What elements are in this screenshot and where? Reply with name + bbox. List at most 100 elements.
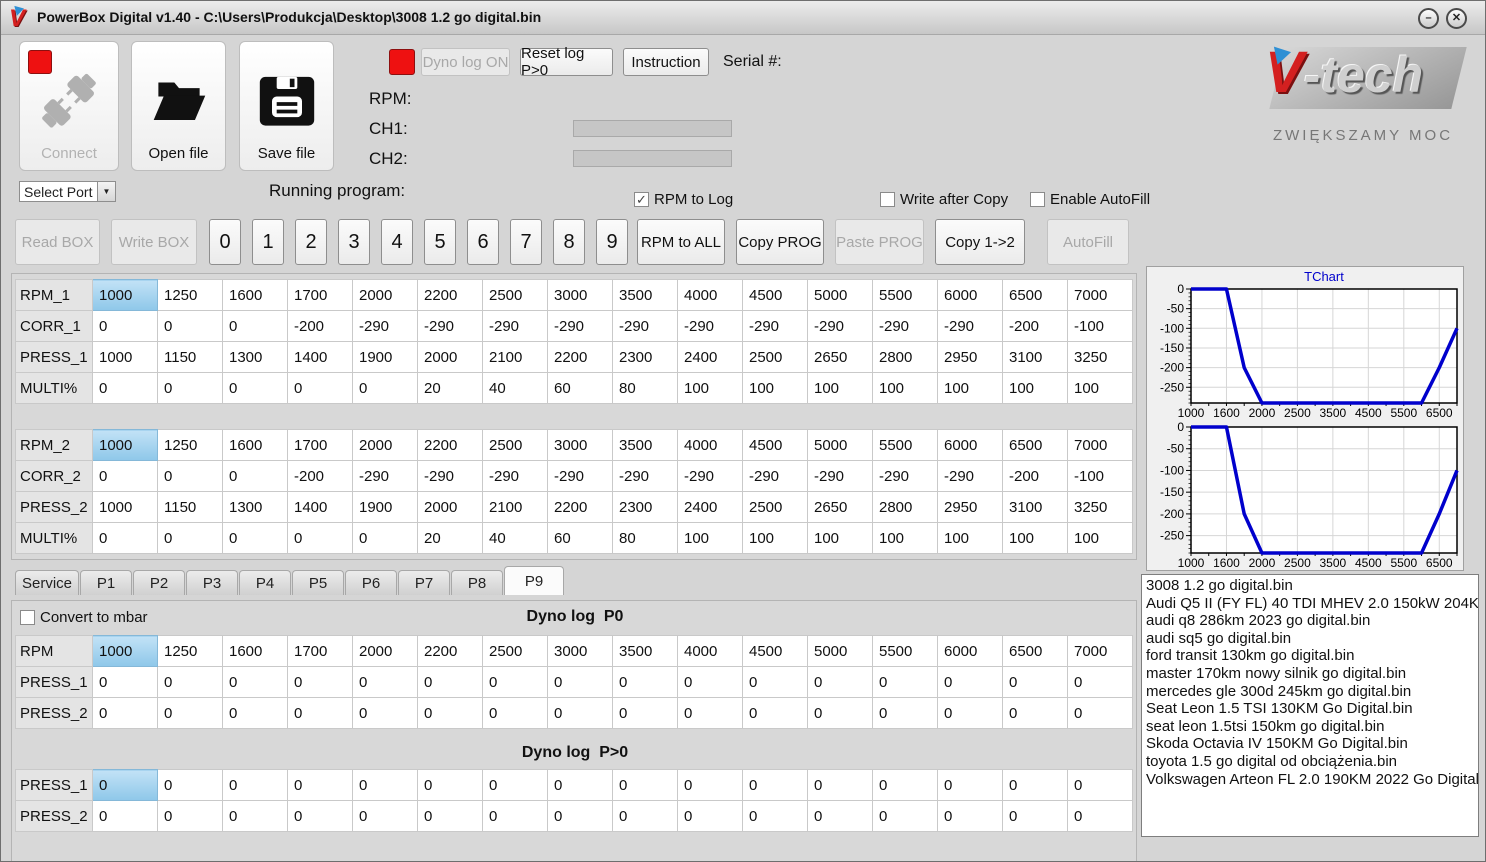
cell[interactable]: 1900 <box>352 491 418 523</box>
cell[interactable]: 2500 <box>482 279 548 311</box>
cell[interactable]: 100 <box>677 522 743 554</box>
tab-p2[interactable]: P2 <box>133 570 185 595</box>
cell[interactable]: 1250 <box>157 279 223 311</box>
cell[interactable]: 0 <box>807 769 873 801</box>
cell[interactable]: 0 <box>1002 697 1068 729</box>
cell[interactable]: -290 <box>872 310 938 342</box>
cell[interactable]: 0 <box>92 697 158 729</box>
cell[interactable]: 0 <box>937 800 1003 832</box>
cell[interactable]: 0 <box>677 769 743 801</box>
cell[interactable]: 2500 <box>742 341 808 373</box>
cell[interactable]: -200 <box>1002 310 1068 342</box>
digit-2-button[interactable]: 2 <box>295 219 327 265</box>
file-list-item[interactable]: Audi Q5 II (FY FL) 40 TDI MHEV 2.0 150kW… <box>1146 595 1478 613</box>
cell[interactable]: 3100 <box>1002 491 1068 523</box>
cell[interactable]: 6000 <box>937 429 1003 461</box>
cell[interactable]: 4000 <box>677 635 743 667</box>
select-port-dropdown[interactable]: Select Port ▼ <box>19 181 116 202</box>
cell[interactable]: 6000 <box>937 635 1003 667</box>
cell[interactable]: 1000 <box>92 491 158 523</box>
cell[interactable]: 5500 <box>872 429 938 461</box>
cell[interactable]: 7000 <box>1067 279 1133 311</box>
cell[interactable]: 0 <box>1067 666 1133 698</box>
cell[interactable]: 2200 <box>547 341 613 373</box>
cell[interactable]: 0 <box>287 666 353 698</box>
cell[interactable]: 0 <box>482 697 548 729</box>
file-list-item[interactable]: Seat Leon 1.5 TSI 130KM Go Digital.bin <box>1146 700 1478 718</box>
cell[interactable]: 2300 <box>612 491 678 523</box>
cell[interactable]: 2000 <box>352 429 418 461</box>
connect-button[interactable]: Connect <box>19 41 119 171</box>
cell[interactable]: 0 <box>352 372 418 404</box>
cell[interactable]: 0 <box>1002 769 1068 801</box>
cell[interactable]: 0 <box>157 372 223 404</box>
cell[interactable]: 0 <box>222 460 288 492</box>
cell[interactable]: 0 <box>92 666 158 698</box>
cell[interactable]: 1700 <box>287 635 353 667</box>
cell[interactable]: -290 <box>612 310 678 342</box>
cell[interactable]: 5500 <box>872 635 938 667</box>
write-after-copy-checkbox[interactable]: Write after Copy <box>880 191 1008 208</box>
cell[interactable]: 0 <box>612 769 678 801</box>
cell[interactable]: 6000 <box>937 279 1003 311</box>
cell[interactable]: 0 <box>482 769 548 801</box>
digit-9-button[interactable]: 9 <box>596 219 628 265</box>
cell[interactable]: 1900 <box>352 341 418 373</box>
cell[interactable]: 1700 <box>287 279 353 311</box>
cell[interactable]: 0 <box>157 522 223 554</box>
save-file-button[interactable]: Save file <box>239 41 334 171</box>
cell[interactable]: 2650 <box>807 341 873 373</box>
cell[interactable]: 0 <box>287 372 353 404</box>
cell[interactable]: 2000 <box>417 341 483 373</box>
cell[interactable]: 1250 <box>157 635 223 667</box>
rpm-to-log-checkbox[interactable]: ✓ RPM to Log <box>634 191 733 208</box>
checkbox-box[interactable] <box>880 192 895 207</box>
cell[interactable]: -100 <box>1067 460 1133 492</box>
enable-autofill-checkbox[interactable]: Enable AutoFill <box>1030 191 1150 208</box>
cell[interactable]: 0 <box>417 697 483 729</box>
cell[interactable]: -290 <box>937 460 1003 492</box>
cell[interactable]: 0 <box>92 372 158 404</box>
cell[interactable]: -290 <box>677 310 743 342</box>
cell[interactable]: 0 <box>742 769 808 801</box>
tab-p6[interactable]: P6 <box>345 570 397 595</box>
cell[interactable]: 1400 <box>287 491 353 523</box>
cell[interactable]: 0 <box>222 522 288 554</box>
cell[interactable]: 0 <box>222 310 288 342</box>
cell[interactable]: 2400 <box>677 491 743 523</box>
titlebar[interactable]: V PowerBox Digital v1.40 - C:\Users\Prod… <box>1 1 1485 35</box>
cell[interactable]: 4000 <box>677 279 743 311</box>
cell[interactable]: 1600 <box>222 279 288 311</box>
reset-log-button[interactable]: Reset log P>0 <box>520 45 613 79</box>
tab-p7[interactable]: P7 <box>398 570 450 595</box>
cell[interactable]: 0 <box>352 666 418 698</box>
cell[interactable]: 0 <box>937 697 1003 729</box>
cell[interactable]: 1300 <box>222 341 288 373</box>
cell[interactable]: 2300 <box>612 341 678 373</box>
cell[interactable]: 0 <box>287 522 353 554</box>
cell[interactable]: 2500 <box>482 635 548 667</box>
cell[interactable]: 0 <box>612 800 678 832</box>
cell[interactable]: 2800 <box>872 491 938 523</box>
cell[interactable]: 1250 <box>157 429 223 461</box>
cell[interactable]: -290 <box>937 310 1003 342</box>
cell[interactable]: 3250 <box>1067 341 1133 373</box>
rpm-to-all-button[interactable]: RPM to ALL <box>637 219 725 265</box>
cell[interactable]: -290 <box>352 310 418 342</box>
cell[interactable]: 20 <box>417 372 483 404</box>
file-list-item[interactable]: mercedes gle 300d 245km go digital.bin <box>1146 683 1478 701</box>
cell[interactable]: 3100 <box>1002 341 1068 373</box>
cell[interactable]: 20 <box>417 522 483 554</box>
file-list-item[interactable]: audi sq5 go digital.bin <box>1146 630 1478 648</box>
cell[interactable]: 4500 <box>742 279 808 311</box>
cell[interactable]: 3000 <box>547 279 613 311</box>
cell[interactable]: 100 <box>677 372 743 404</box>
cell[interactable]: 5000 <box>807 279 873 311</box>
cell[interactable]: 1000 <box>92 341 158 373</box>
cell[interactable]: 3000 <box>547 635 613 667</box>
cell[interactable]: 0 <box>807 800 873 832</box>
cell[interactable]: 0 <box>482 666 548 698</box>
cell[interactable]: 2000 <box>352 635 418 667</box>
tab-p3[interactable]: P3 <box>186 570 238 595</box>
cell[interactable]: 2100 <box>482 341 548 373</box>
